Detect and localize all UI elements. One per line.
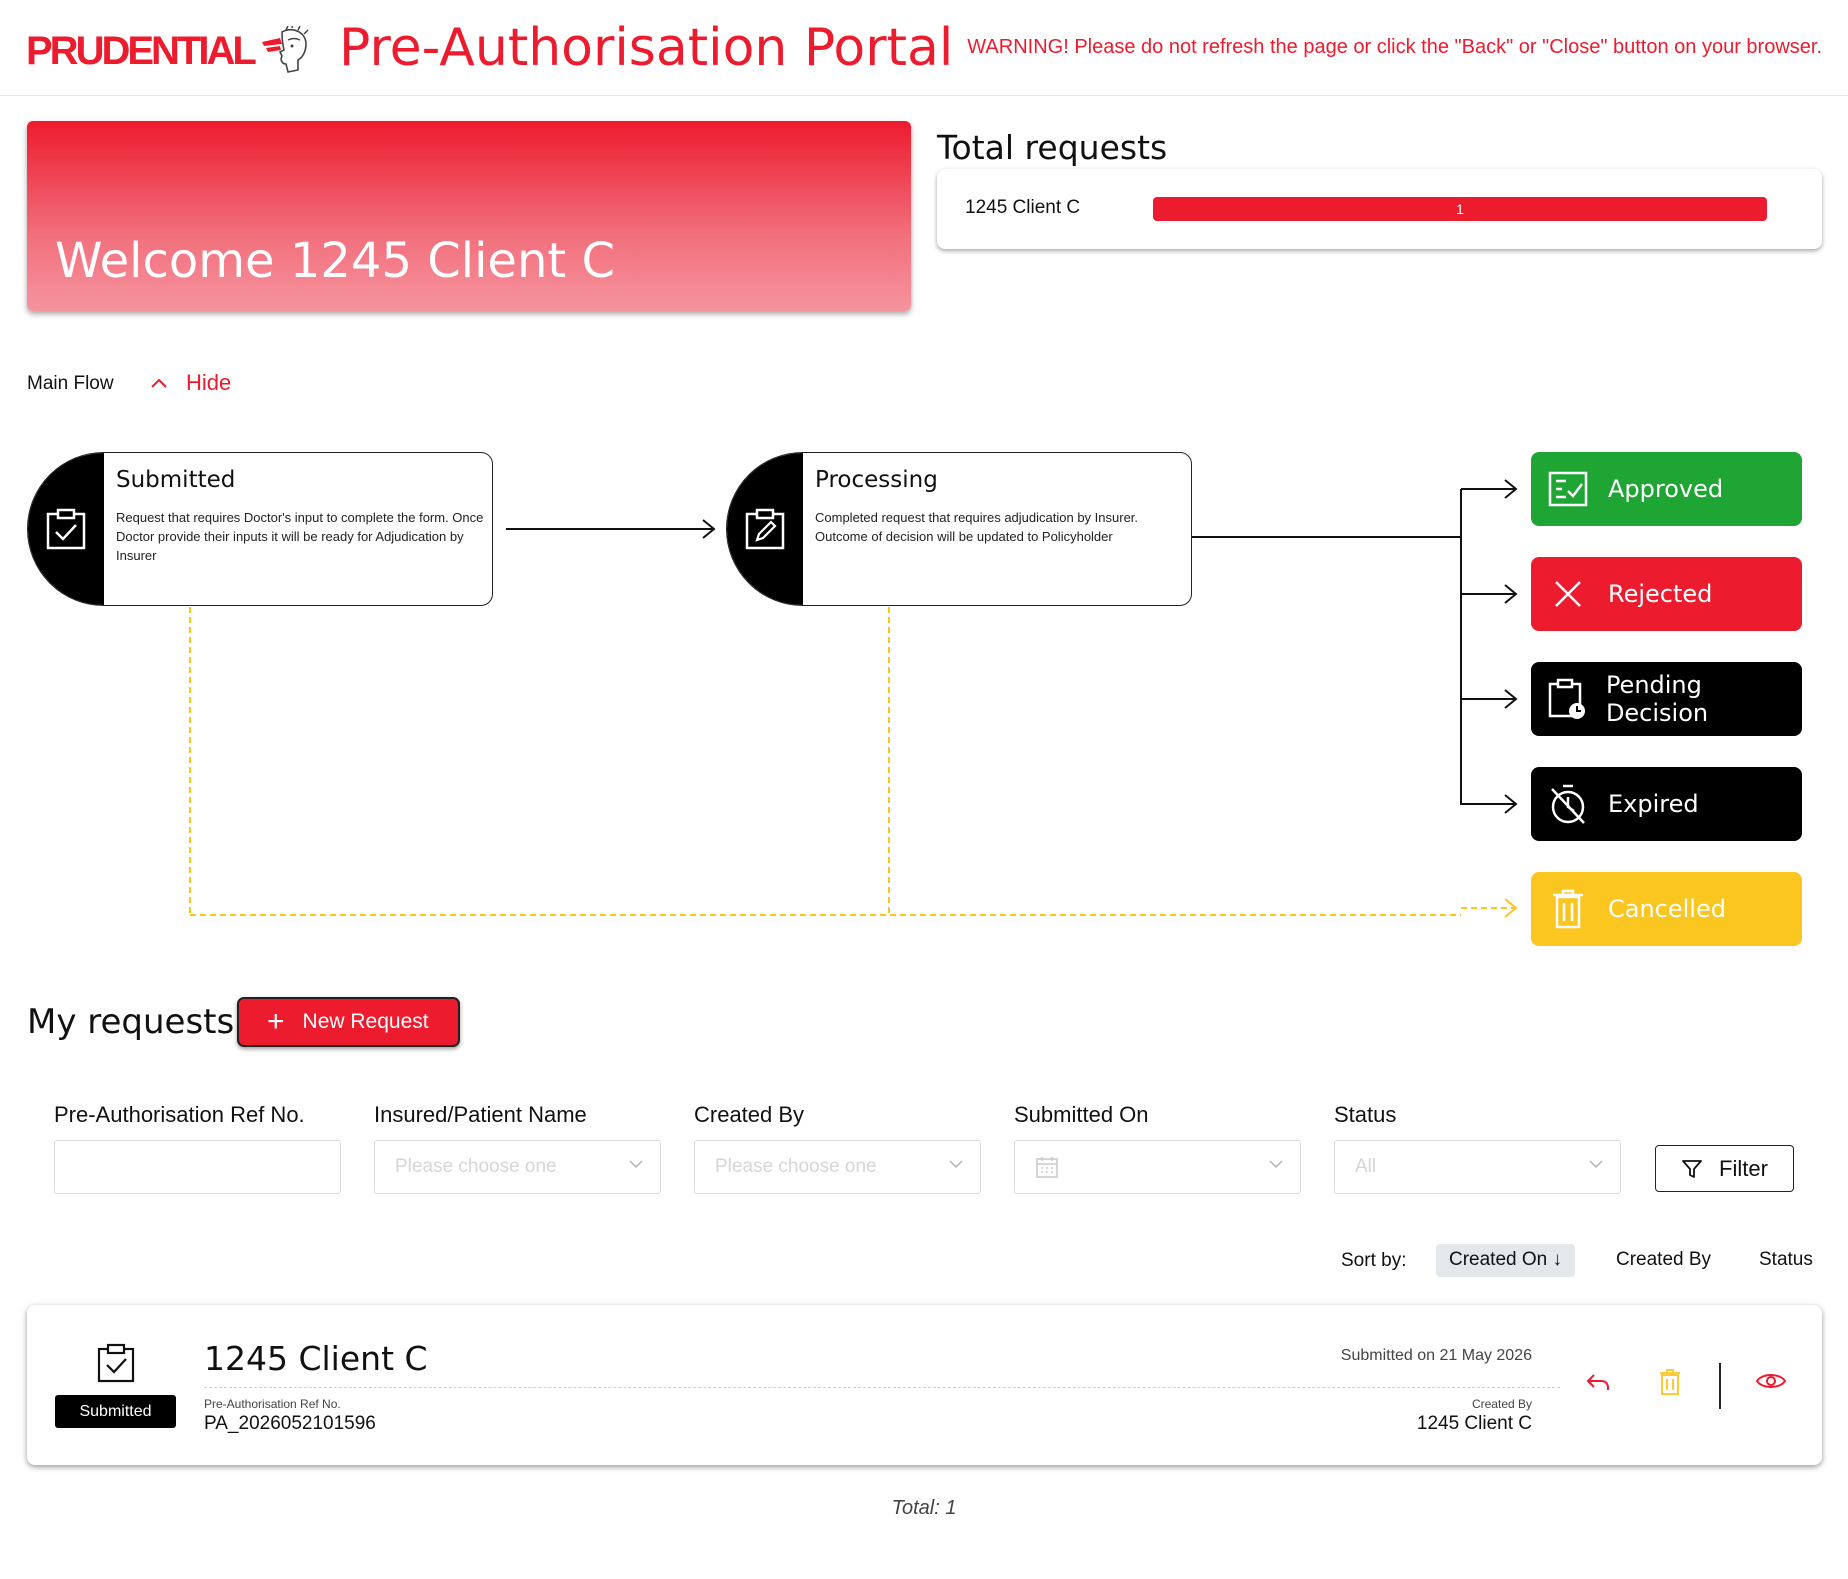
sort-created-on[interactable]: Created On ↓: [1436, 1244, 1575, 1277]
request-divider: [204, 1387, 1560, 1388]
outcome-expired-label: Expired: [1608, 790, 1699, 818]
request-ref-no: PA_2026052101596: [204, 1413, 376, 1434]
funnel-icon: [1682, 1159, 1702, 1178]
outcome-expired: Expired: [1531, 767, 1802, 841]
plus-icon: +: [267, 1005, 285, 1038]
stage-submitted: Submitted Request that requires Doctor's…: [27, 452, 493, 606]
main-flow-label: Main Flow: [27, 373, 114, 394]
sort-created-by[interactable]: Created By: [1603, 1244, 1724, 1277]
stage-submitted-title: Submitted: [116, 467, 236, 493]
stage-processing-cap: [727, 453, 803, 605]
outcome-cancelled-label: Cancelled: [1608, 895, 1726, 923]
ref-no-input[interactable]: [54, 1140, 341, 1194]
clipboard-clock-icon: [1546, 677, 1588, 721]
new-request-label: New Request: [302, 1010, 429, 1033]
filter-created-by: Created By Please choose one: [694, 1102, 982, 1194]
app-header: PRUDENTIAL Pre-Authorisation Portal WARN…: [0, 0, 1848, 96]
chevron-down-icon: [629, 1160, 643, 1169]
outcome-pending-decision: Pending Decision: [1531, 662, 1802, 736]
chevron-down-icon: [1589, 1160, 1603, 1169]
warning-message: WARNING! Please do not refresh the page …: [967, 36, 1822, 58]
filter-status: Status All: [1334, 1102, 1622, 1194]
undo-icon[interactable]: [1585, 1369, 1611, 1395]
filter-submitted-on: Submitted On: [1014, 1102, 1302, 1194]
status-select[interactable]: All: [1334, 1140, 1621, 1194]
patient-name-placeholder: Please choose one: [395, 1156, 557, 1177]
prudence-head-icon: [261, 26, 309, 73]
filter-submitted-on-label: Submitted On: [1014, 1102, 1149, 1127]
request-ref-label: Pre-Authorisation Ref No.: [204, 1397, 341, 1411]
sort-status[interactable]: Status: [1746, 1244, 1826, 1277]
filter-status-label: Status: [1334, 1102, 1397, 1127]
close-icon: [1546, 572, 1590, 616]
outcome-approved-label: Approved: [1608, 475, 1724, 503]
total-count: Total: 1: [0, 1497, 1848, 1520]
action-separator: [1719, 1363, 1721, 1409]
filter-patient-name: Insured/Patient Name Please choose one: [374, 1102, 662, 1194]
logo-text: PRUDENTIAL: [26, 28, 257, 73]
stage-submitted-description: Request that requires Doctor's input to …: [116, 510, 484, 563]
created-by-select[interactable]: Please choose one: [694, 1140, 981, 1194]
trash-icon: [1546, 887, 1590, 931]
total-requests-bar-track: 1: [1153, 197, 1767, 221]
request-submitted-date: Submitted on 21 May 2026: [1340, 1347, 1532, 1364]
chevron-down-icon: [949, 1160, 963, 1169]
page-title: Pre-Authorisation Portal: [339, 18, 954, 78]
stage-processing-description: Completed request that requires adjudica…: [815, 510, 1139, 544]
clipboard-check-icon: [46, 508, 86, 550]
total-requests-card: 1245 Client C 1: [937, 169, 1822, 249]
chevron-up-icon: [151, 378, 167, 388]
outcome-pending-label: Pending Decision: [1605, 671, 1709, 727]
request-card[interactable]: Submitted 1245 Client C Pre-Authorisatio…: [27, 1305, 1822, 1465]
filter-button[interactable]: Filter: [1655, 1145, 1794, 1192]
welcome-text: Welcome 1245 Client C: [55, 233, 615, 289]
status-placeholder: All: [1355, 1156, 1377, 1177]
filter-ref-no: Pre-Authorisation Ref No.: [54, 1102, 342, 1194]
patient-name-select[interactable]: Please choose one: [374, 1140, 661, 1194]
submitted-on-datepicker[interactable]: [1014, 1140, 1301, 1194]
outcome-rejected: Rejected: [1531, 557, 1802, 631]
stage-submitted-cap: [28, 453, 104, 605]
hide-toggle-label: Hide: [186, 370, 232, 395]
prudential-logo[interactable]: PRUDENTIAL: [26, 26, 314, 76]
stage-processing-title: Processing: [815, 467, 938, 493]
welcome-banner: Welcome 1245 Client C: [27, 121, 911, 311]
filter-created-by-label: Created By: [694, 1102, 805, 1127]
trash-icon[interactable]: [1659, 1369, 1681, 1395]
total-requests-row-label: 1245 Client C: [965, 197, 1081, 218]
request-created-by: 1245 Client C: [1416, 1413, 1532, 1434]
total-requests-bar: 1: [1153, 197, 1767, 221]
filter-button-label: Filter: [1719, 1155, 1768, 1181]
total-count-value: 1: [945, 1497, 957, 1519]
calendar-icon: [1036, 1157, 1058, 1178]
new-request-button[interactable]: + New Request: [237, 997, 460, 1047]
stage-processing: Processing Completed request that requir…: [726, 452, 1192, 606]
created-by-placeholder: Please choose one: [715, 1156, 877, 1177]
outcome-rejected-label: Rejected: [1608, 580, 1713, 608]
hide-flow-toggle[interactable]: Hide: [150, 370, 231, 396]
request-patient-name: 1245 Client C: [204, 1339, 428, 1378]
total-requests-title: Total requests: [937, 128, 1168, 167]
checklist-icon: [1546, 467, 1590, 511]
outcome-cancelled: Cancelled: [1531, 872, 1802, 946]
timer-off-icon: [1546, 782, 1590, 826]
filter-ref-no-label: Pre-Authorisation Ref No.: [54, 1102, 305, 1127]
chevron-down-icon: [1269, 1160, 1283, 1169]
clipboard-edit-icon: [745, 508, 785, 550]
clipboard-check-icon: [97, 1343, 135, 1383]
request-created-by-label: Created By: [1471, 1397, 1532, 1411]
filter-patient-name-label: Insured/Patient Name: [374, 1102, 587, 1127]
total-count-label: Total:: [891, 1497, 940, 1519]
sort-by-label: Sort by:: [1341, 1250, 1407, 1271]
eye-icon[interactable]: [1755, 1369, 1787, 1393]
my-requests-title: My requests: [27, 1002, 235, 1042]
outcome-approved: Approved: [1531, 452, 1802, 526]
status-badge: Submitted: [55, 1395, 176, 1428]
